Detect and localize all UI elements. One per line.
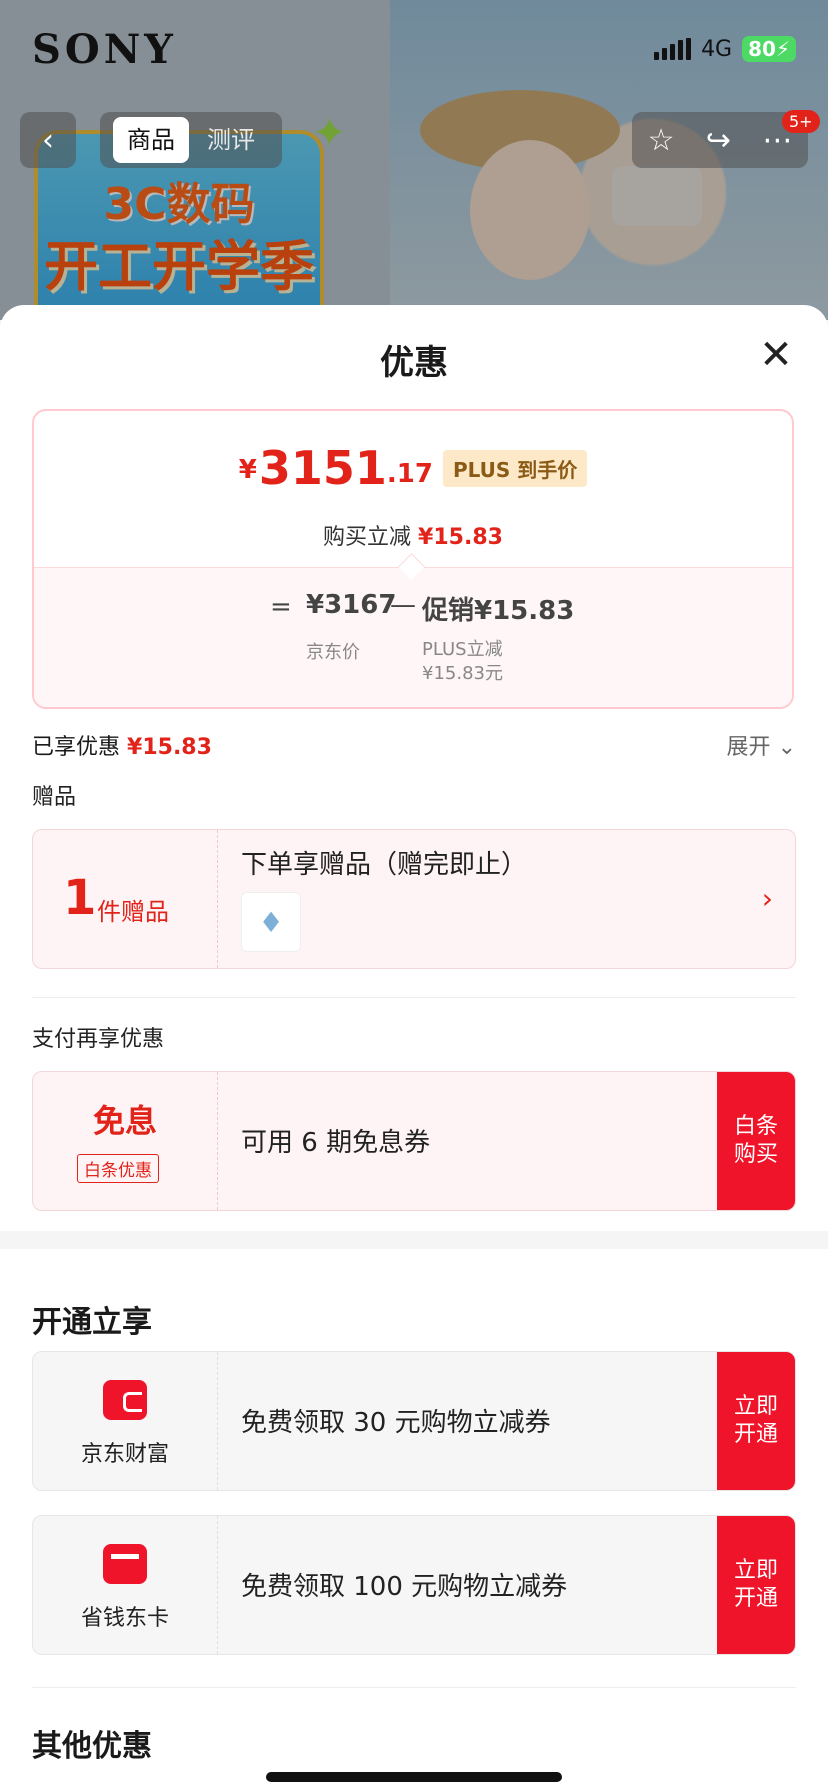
- divider: [32, 997, 796, 998]
- gift-section-label: 赠品: [32, 785, 77, 810]
- tab-switcher: 商品 测评: [100, 112, 282, 168]
- chevron-left-icon: ‹: [42, 122, 54, 158]
- enjoyed-label: 已享优惠: [32, 735, 121, 760]
- interest-free-title: 免息: [92, 1102, 157, 1140]
- reduce-amount: ¥15.83: [418, 525, 503, 550]
- instant-reduction: 购买立减 ¥15.83: [34, 519, 792, 551]
- gift-count-panel: 1 件赠品: [33, 830, 218, 968]
- plus-cut-label: PLUS立减 ¥15.83元: [422, 639, 503, 684]
- brand-logo: SONY: [32, 26, 177, 73]
- chevron-down-icon: ⌄: [777, 735, 796, 760]
- bottle-icon: ♦: [258, 905, 284, 939]
- share-icon[interactable]: ↪: [706, 123, 731, 158]
- gift-thumbnail[interactable]: ♦: [241, 892, 301, 952]
- open-label: 立即 开通: [733, 1394, 778, 1447]
- price-formula: = ¥3167 — 促销¥15.83 京东价 PLUS立减 ¥15.83元: [34, 568, 792, 707]
- baitiao-buy-label: 白条 购买: [733, 1114, 778, 1167]
- price-decimal: .17: [386, 459, 433, 489]
- jd-finance-name: 京东财富: [80, 1442, 169, 1467]
- saving-card-desc: 免费领取 100 元购物立减券: [241, 1572, 568, 1602]
- saving-card-panel: 省钱东卡: [33, 1516, 218, 1654]
- jd-price-label: 京东价: [306, 642, 360, 663]
- enjoyed-discount: 已享优惠 ¥15.83: [32, 729, 212, 761]
- status-bar: 4G 80⚡: [654, 36, 796, 62]
- saving-card-name: 省钱东卡: [80, 1606, 169, 1631]
- close-icon[interactable]: ✕: [756, 335, 796, 375]
- saving-card-card: 省钱东卡 免费领取 100 元购物立减券 立即 开通: [32, 1515, 796, 1655]
- baitiao-tag: 白条优惠: [77, 1154, 159, 1183]
- baitiao-buy-button[interactable]: 白条 购买: [717, 1072, 795, 1210]
- sheet-title: 优惠: [380, 343, 448, 383]
- price-currency: ¥: [238, 455, 257, 485]
- expand-button[interactable]: 展开 ⌄: [727, 729, 796, 761]
- jd-price: ¥3167: [306, 590, 397, 620]
- message-badge: 5+: [782, 110, 820, 133]
- interest-free-desc: 可用 6 期免息券: [241, 1128, 431, 1158]
- gift-title: 下单享赠品（赠完即止）: [241, 850, 528, 880]
- gift-card[interactable]: 1 件赠品 下单享赠品（赠完即止） ♦ ›: [32, 829, 796, 969]
- saving-card-open-button[interactable]: 立即 开通: [717, 1516, 795, 1654]
- divider: [32, 1687, 796, 1688]
- interest-free-panel: 免息 白条优惠: [33, 1072, 218, 1210]
- price-breakdown: ¥ 3151 .17 PLUS 到手价 购买立减 ¥15.83 = ¥3167 …: [32, 409, 794, 709]
- promo-amount: 促销¥15.83: [422, 596, 575, 626]
- jd-finance-desc: 免费领取 30 元购物立减券: [241, 1408, 551, 1438]
- jd-finance-open-button[interactable]: 立即 开通: [717, 1352, 795, 1490]
- final-price: ¥ 3151 .17 PLUS 到手价: [34, 445, 792, 491]
- jd-finance-card: 京东财富 免费领取 30 元购物立减券 立即 开通: [32, 1351, 796, 1491]
- home-indicator[interactable]: [266, 1772, 562, 1782]
- equals-sign: =: [270, 592, 292, 622]
- star-icon[interactable]: ☆: [648, 123, 675, 158]
- price-summary: ¥ 3151 .17 PLUS 到手价 购买立减 ¥15.83: [34, 411, 792, 568]
- other-section-title: 其他优惠: [32, 1729, 152, 1764]
- minus-sign: —: [390, 590, 416, 620]
- enjoyed-amount: ¥15.83: [127, 735, 212, 760]
- gift-count: 1: [63, 870, 97, 926]
- plus-price-tag: PLUS 到手价: [442, 449, 588, 487]
- reduce-label: 购买立减: [323, 525, 412, 550]
- tab-product[interactable]: 商品: [113, 117, 189, 163]
- open-label: 立即 开通: [733, 1558, 778, 1611]
- price-integer: 3151: [258, 441, 387, 495]
- pay-section-label: 支付再享优惠: [32, 1027, 165, 1052]
- discount-sheet: 优惠 ✕ ¥ 3151 .17 PLUS 到手价 购买立减 ¥15.83 = ¥…: [0, 305, 828, 1792]
- back-button[interactable]: ‹: [20, 112, 76, 168]
- interest-free-card: 免息 白条优惠 可用 6 期免息券 白条 购买: [32, 1071, 796, 1211]
- network-label: 4G: [701, 36, 733, 62]
- gift-unit: 件赠品: [97, 898, 169, 926]
- battery-icon: 80⚡: [742, 36, 796, 62]
- jd-finance-panel: 京东财富: [33, 1352, 218, 1490]
- wallet-icon: [103, 1380, 147, 1420]
- card-icon: [103, 1544, 147, 1584]
- tab-review[interactable]: 测评: [193, 117, 269, 163]
- section-gap: [0, 1231, 828, 1249]
- chevron-right-icon: ›: [761, 882, 773, 915]
- open-section-title: 开通立享: [32, 1305, 152, 1340]
- expand-label: 展开: [726, 735, 771, 760]
- signal-icon: [654, 38, 692, 60]
